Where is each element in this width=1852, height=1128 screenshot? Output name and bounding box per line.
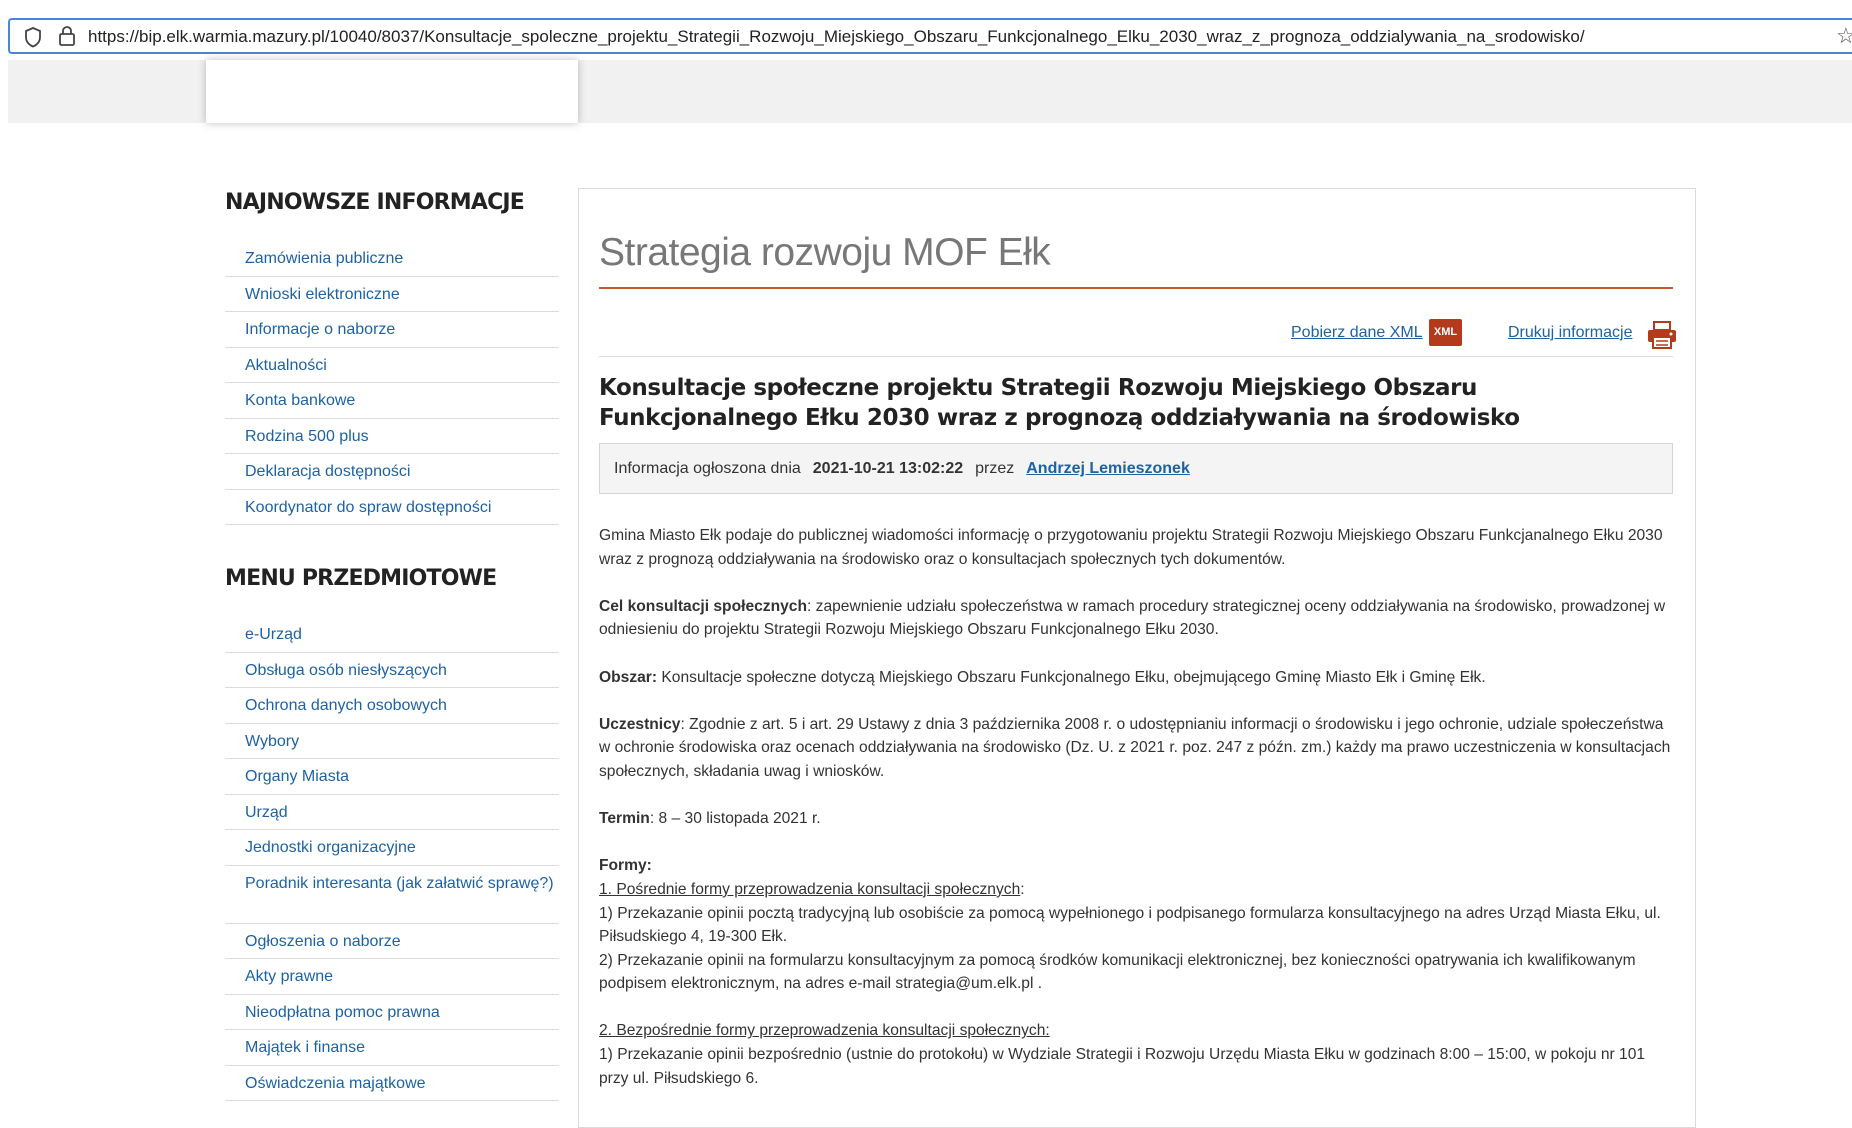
menu-item[interactable]: Poradnik interesanta (jak załatwić spraw…: [225, 866, 559, 924]
download-xml-link[interactable]: Pobierz dane XML: [1291, 324, 1423, 342]
news-item[interactable]: Zamówienia publiczne: [225, 241, 559, 277]
indirect-form-item: 2) Przekazanie opinii na formularzu kons…: [599, 951, 1636, 993]
address-bar[interactable]: https://bip.elk.warmia.mazury.pl/10040/8…: [8, 18, 1852, 54]
news-item[interactable]: Wnioski elektroniczne: [225, 277, 559, 312]
area-text: Konsultacje społeczne dotyczą Miejskiego…: [657, 668, 1486, 686]
direct-forms-paragraph: 2. Bezpośrednie formy przeprowadzenia ko…: [599, 1019, 1673, 1090]
shield-icon[interactable]: [23, 26, 43, 48]
news-item[interactable]: Rodzina 500 plus: [225, 419, 559, 454]
menu-item[interactable]: Majątek i finanse: [225, 1030, 559, 1066]
publication-date: 2021-10-21 13:02:22: [812, 460, 964, 477]
participants-label: Uczestnicy: [599, 715, 681, 733]
page-title: Strategia rozwoju MOF Ełk: [599, 231, 1051, 274]
forms-paragraph: Formy: 1. Pośrednie formy przeprowadzeni…: [599, 854, 1673, 996]
toolbar-divider: [599, 356, 1673, 357]
area-label: Obszar:: [599, 668, 658, 686]
menu-item[interactable]: Akty prawne: [225, 959, 559, 995]
menu-item[interactable]: e-Urząd: [225, 617, 559, 653]
menu-item[interactable]: Jednostki organizacyjne: [225, 830, 559, 866]
url-text[interactable]: https://bip.elk.warmia.mazury.pl/10040/8…: [88, 27, 1585, 47]
print-link[interactable]: Drukuj informacje: [1508, 324, 1632, 342]
term-label: Termin: [599, 810, 650, 828]
news-item[interactable]: Deklaracja dostępności: [225, 454, 559, 490]
participants-paragraph: Uczestnicy: Zgodnie z art. 5 i art. 29 U…: [599, 713, 1673, 784]
menu-item[interactable]: Urząd: [225, 795, 559, 830]
goal-paragraph: Cel konsultacji społecznych: zapewnienie…: [599, 595, 1673, 642]
term-paragraph: Termin: 8 – 30 listopada 2021 r.: [599, 807, 1673, 831]
direct-forms-heading: 2. Bezpośrednie formy przeprowadzenia ko…: [599, 1022, 1050, 1040]
title-divider: [599, 287, 1673, 289]
area-paragraph: Obszar: Konsultacje społeczne dotyczą Mi…: [599, 666, 1673, 690]
xml-icon[interactable]: XML: [1429, 319, 1462, 346]
bookmark-star-icon[interactable]: ☆: [1836, 23, 1852, 49]
news-item[interactable]: Informacje o naborze: [225, 312, 559, 348]
subject-menu: e-Urząd Obsługa osób niesłyszących Ochro…: [225, 617, 559, 1101]
menu-item[interactable]: Nieodpłatna pomoc prawna: [225, 995, 559, 1030]
intro-paragraph: Gmina Miasto Ełk podaje do publicznej wi…: [599, 527, 1663, 568]
main-panel: Strategia rozwoju MOF Ełk Pobierz dane X…: [578, 188, 1696, 1128]
news-item[interactable]: Aktualności: [225, 348, 559, 383]
publication-info: Informacja ogłoszona dnia 2021-10-21 13:0…: [599, 443, 1673, 494]
indirect-form-item: 1) Przekazanie opinii pocztą tradycyjną …: [599, 904, 1661, 946]
article-title: Konsultacje społeczne projektu Strategii…: [599, 375, 1520, 431]
meta-by: przez: [975, 460, 1015, 477]
indirect-forms-heading: 1. Pośrednie formy przeprowadzenia konsu…: [599, 880, 1021, 898]
author-link[interactable]: Andrzej Lemieszonek: [1026, 460, 1190, 477]
participants-text: : Zgodnie z art. 5 i art. 29 Ustawy z dn…: [599, 715, 1671, 780]
meta-prefix: Informacja ogłoszona dnia: [614, 460, 801, 477]
menu-item[interactable]: Organy Miasta: [225, 759, 559, 795]
menu-item[interactable]: Oświadczenia majątkowe: [225, 1066, 559, 1101]
term-text: : 8 – 30 listopada 2021 r.: [649, 810, 821, 828]
indirect-forms-colon: :: [1020, 880, 1025, 898]
subject-menu-heading: MENU PRZEDMIOTOWE: [225, 566, 497, 591]
article-body: Gmina Miasto Ełk podaje do publicznej wi…: [599, 524, 1673, 1114]
direct-form-item: 1) Przekazanie opinii bezpośrednio (ustn…: [599, 1046, 1646, 1087]
news-heading: NAJNOWSZE INFORMACJE: [225, 190, 525, 215]
menu-item[interactable]: Ogłoszenia o naborze: [225, 924, 559, 959]
news-menu: Zamówienia publiczne Wnioski elektronicz…: [225, 241, 559, 525]
news-item[interactable]: Konta bankowe: [225, 383, 559, 419]
goal-label: Cel konsultacji społecznych: [599, 597, 807, 615]
forms-label: Formy:: [599, 857, 652, 875]
lock-icon[interactable]: [58, 25, 76, 47]
printer-icon[interactable]: [1647, 320, 1677, 350]
menu-item[interactable]: Obsługa osób niesłyszących: [225, 653, 559, 688]
news-item[interactable]: Koordynator do spraw dostępności: [225, 490, 559, 525]
menu-item[interactable]: Ochrona danych osobowych: [225, 688, 559, 724]
site-logo-area: [206, 60, 578, 123]
menu-item[interactable]: Wybory: [225, 724, 559, 759]
